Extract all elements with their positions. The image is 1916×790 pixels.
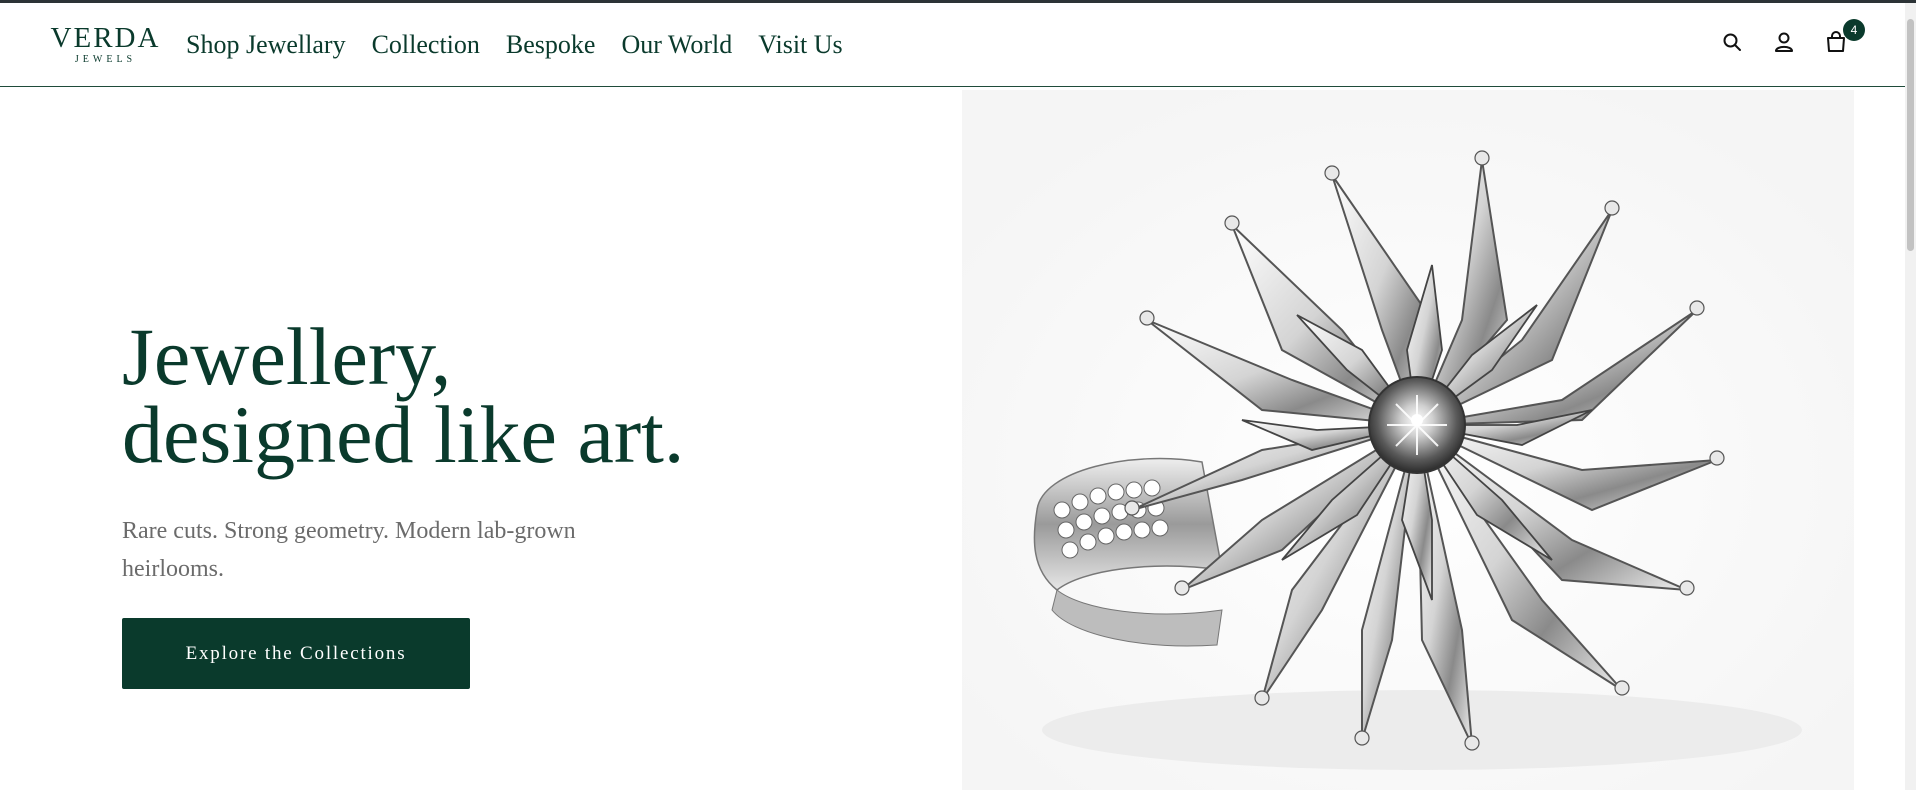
hero-subtitle: Rare cuts. Strong geometry. Modern lab-g… — [122, 518, 576, 582]
account-button[interactable] — [1770, 27, 1798, 57]
explore-collections-button[interactable]: Explore the Collections — [122, 618, 470, 689]
site-header: VERDA JEWELS Shop Jewellary Collection B… — [0, 3, 1905, 87]
cart-count-badge: 4 — [1843, 19, 1865, 41]
user-icon — [1775, 32, 1793, 52]
page-scrollbar[interactable] — [1905, 3, 1916, 790]
nav-item-shop-jewellary[interactable]: Shop Jewellary — [186, 30, 346, 60]
logo[interactable]: VERDA JEWELS — [48, 23, 163, 65]
scrollbar-thumb[interactable] — [1907, 19, 1914, 251]
ring-illustration — [962, 90, 1854, 790]
search-button[interactable] — [1718, 27, 1746, 57]
header-icons: 4 — [1694, 19, 1865, 57]
nav-item-visit-us[interactable]: Visit Us — [758, 30, 842, 60]
hero-text: Jewellery, designed like art. Rare cuts.… — [122, 316, 822, 689]
diamond-flower-ring-image — [962, 90, 1854, 790]
main-nav: Shop Jewellary Collection Bespoke Our Wo… — [186, 30, 869, 60]
nav-item-bespoke[interactable]: Bespoke — [506, 30, 596, 60]
logo-sub: JEWELS — [74, 54, 137, 65]
hero-title-line-2: designed like art. — [122, 389, 685, 480]
cart-button[interactable]: 4 — [1822, 19, 1865, 57]
hero-title: Jewellery, designed like art. — [122, 316, 822, 476]
logo-main: VERDA — [50, 22, 161, 54]
search-icon — [1723, 33, 1741, 51]
nav-item-our-world[interactable]: Our World — [621, 30, 732, 60]
nav-item-collection[interactable]: Collection — [372, 30, 480, 60]
